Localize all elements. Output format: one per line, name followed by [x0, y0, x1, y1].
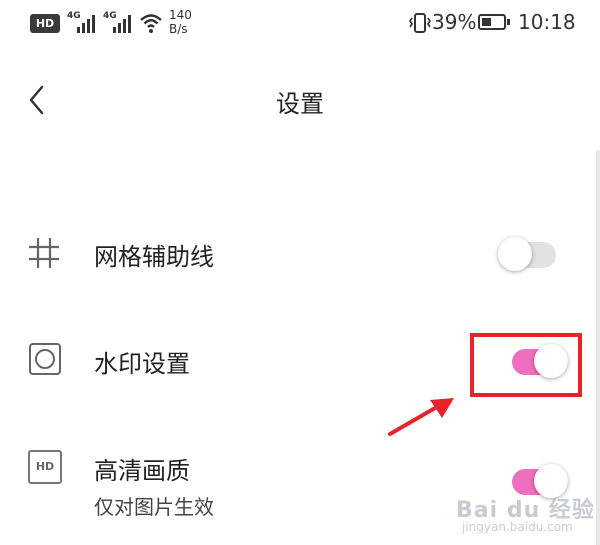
hd-quality-sublabel: 仅对图片生效: [94, 495, 214, 519]
page-title: 设置: [276, 90, 324, 118]
baidu-watermark-logo: Bai du 经验 jingyan.baidu.com: [456, 498, 595, 534]
status-bar: HD 4G 4G 140 B/s 39% 10:18: [0, 0, 600, 46]
watermark-settings-label: 水印设置: [94, 350, 190, 378]
signal-icon-sim1: 4G: [67, 11, 107, 35]
network-speed: 140 B/s: [169, 8, 192, 36]
grid-lines-toggle[interactable]: [498, 237, 556, 271]
signal-icon-sim2: 4G: [103, 11, 143, 35]
clock: 10:18: [518, 10, 576, 34]
highlight-box: [470, 333, 582, 397]
wifi-icon: [140, 14, 162, 33]
grid-icon: [29, 238, 59, 268]
hd-voice-icon: HD: [30, 14, 60, 33]
scrollbar[interactable]: [596, 150, 600, 545]
vibrate-icon: [409, 13, 431, 33]
battery-icon: [478, 14, 506, 30]
grid-lines-label: 网格辅助线: [94, 243, 214, 271]
toggle-knob: [498, 237, 532, 271]
hd-quality-label: 高清画质: [94, 457, 190, 485]
hd-icon: HD: [28, 450, 62, 484]
annotation-arrow: [388, 398, 454, 436]
battery-tip: [507, 19, 510, 25]
battery-percent: 39%: [432, 10, 477, 34]
watermark-icon: [29, 343, 61, 375]
